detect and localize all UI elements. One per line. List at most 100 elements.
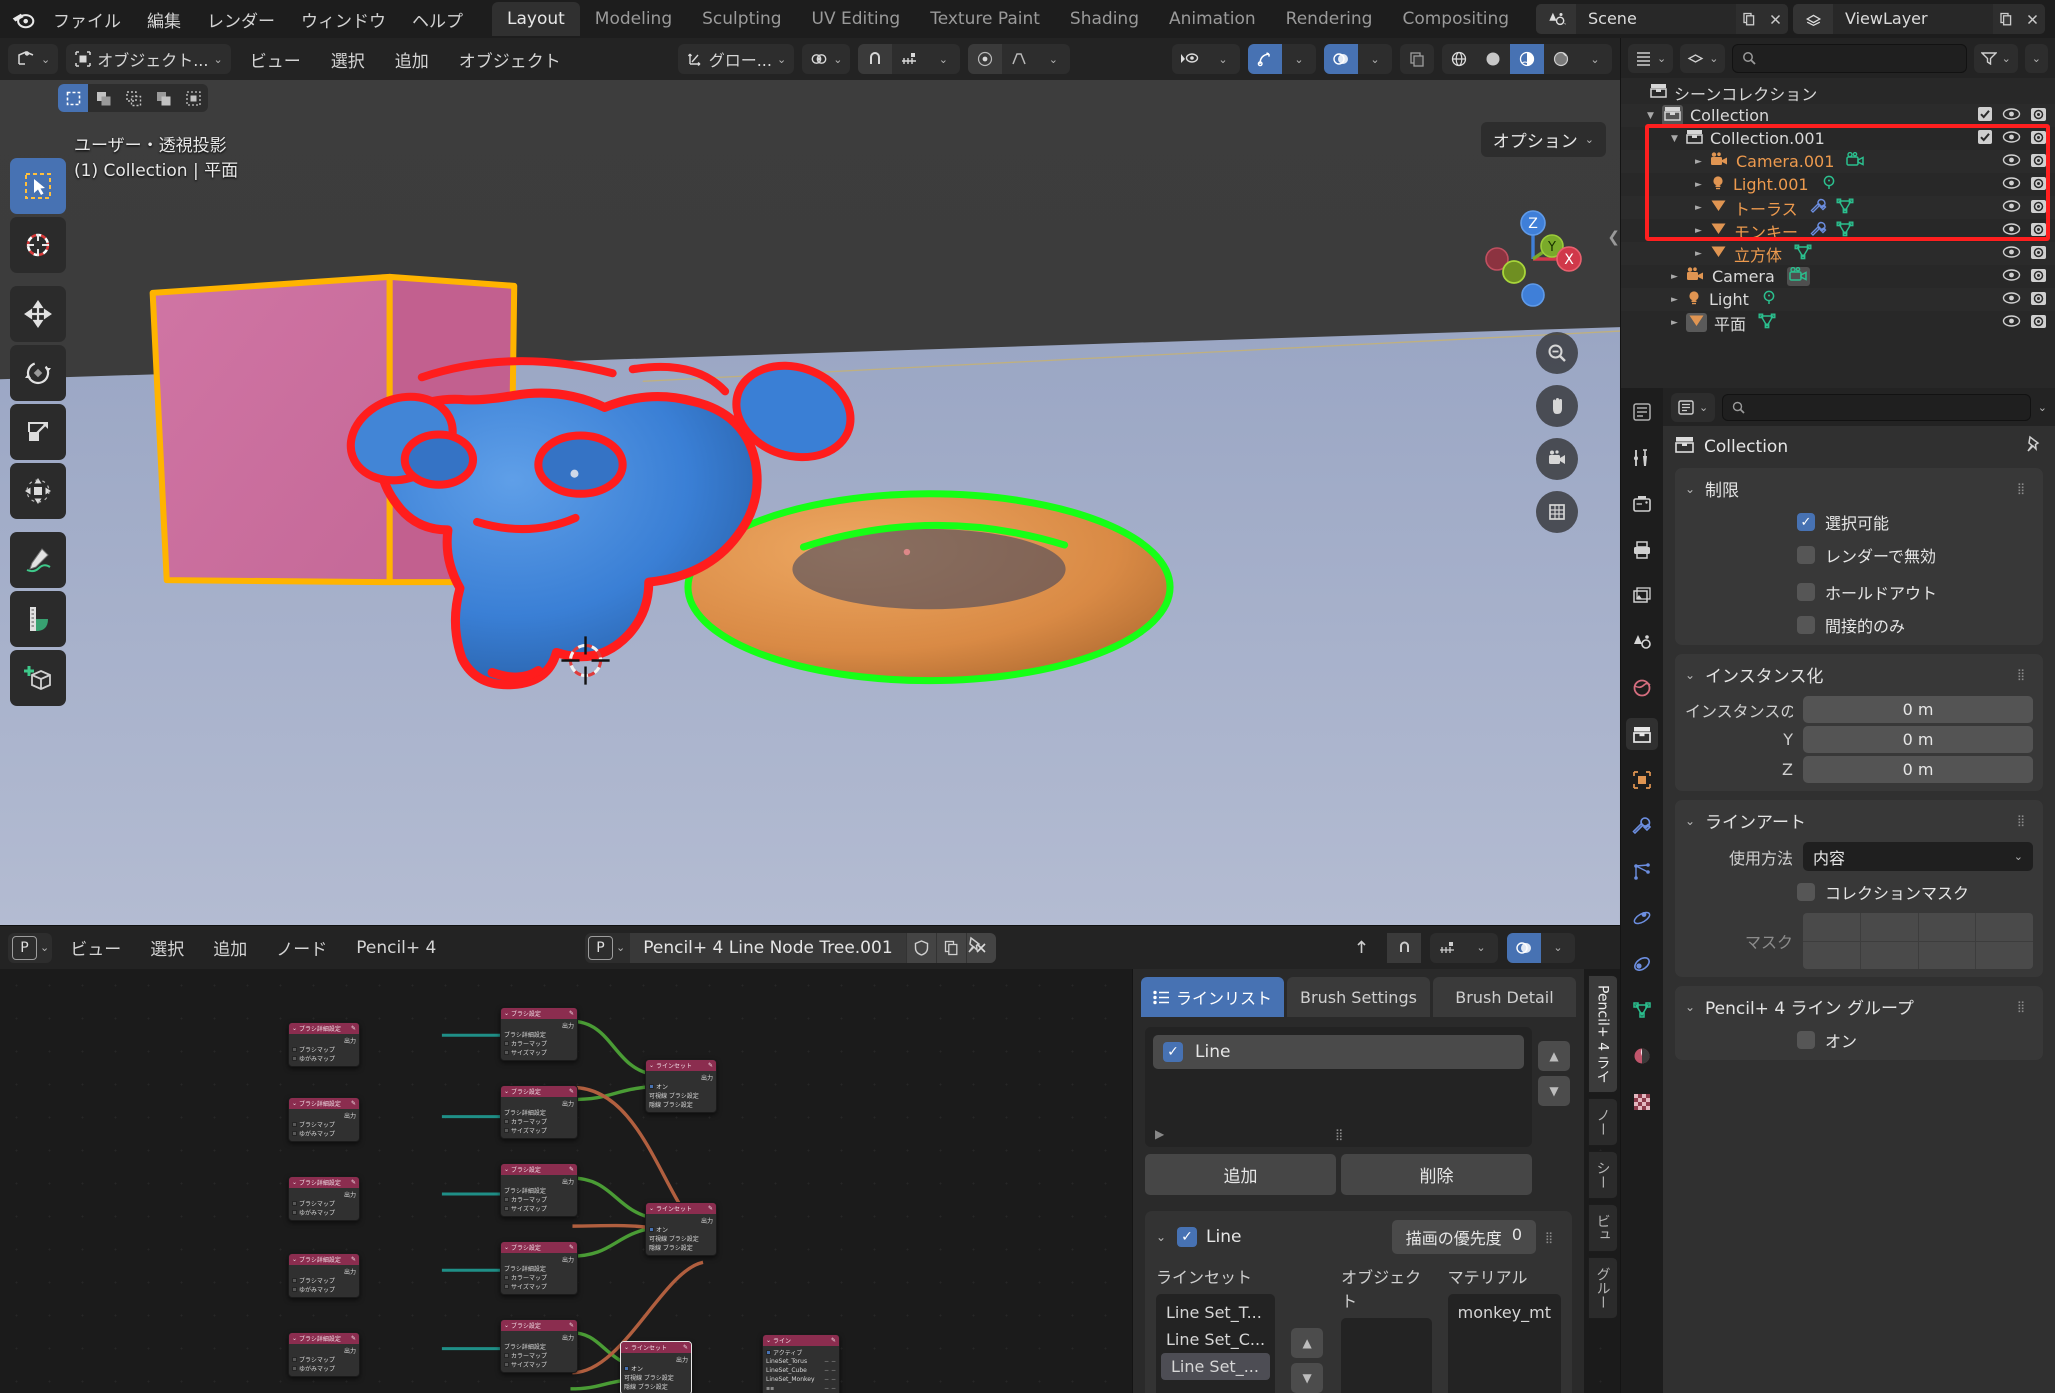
lineset-item[interactable]: Line Set_C... xyxy=(1156,1326,1275,1353)
modifier-icon[interactable] xyxy=(1810,198,1827,218)
node-lineset-1[interactable]: ⌄ラインセット✎ 出力 オン 可視線 ブラシ設定 隠線 ブラシ設定 xyxy=(645,1059,717,1113)
menu-render[interactable]: レンダー xyxy=(194,3,288,36)
rendered-shading-icon[interactable] xyxy=(1544,44,1578,74)
pan-hand-icon[interactable] xyxy=(1536,385,1578,427)
tab-texture-properties[interactable] xyxy=(1626,1086,1658,1118)
tab-uv-editing[interactable]: UV Editing xyxy=(797,2,916,36)
proportional-edit-icon[interactable] xyxy=(968,44,1002,74)
instance-offset-y-field[interactable]: 0 m xyxy=(1803,726,2033,753)
chevron-down-icon[interactable]: ⌄ xyxy=(1685,814,1697,828)
mask-cell[interactable] xyxy=(1919,942,1976,970)
outliner-row-camera-001[interactable]: ► Camera.001 xyxy=(1621,150,2055,173)
gizmo-dropdown-icon[interactable]: ⌄ xyxy=(1282,44,1316,74)
overlays-toggle-icon[interactable] xyxy=(1324,44,1358,74)
chevron-down-icon[interactable]: ⌄ xyxy=(1685,668,1697,682)
node-brush-settings-5[interactable]: ⌄ブラシ設定✎ 出力 ブラシ詳細設定 カラーマップ サイズマップ xyxy=(500,1319,578,1373)
copy-icon[interactable] xyxy=(936,933,966,963)
tab-sculpting[interactable]: Sculpting xyxy=(687,2,796,36)
node-brush-settings-4[interactable]: ⌄ブラシ設定✎ 出力 ブラシ詳細設定 カラーマップ サイズマップ xyxy=(500,1241,578,1295)
vtab-group[interactable]: グルー xyxy=(1588,1257,1617,1319)
vtab-node[interactable]: ノー xyxy=(1588,1098,1617,1146)
indirect-only-checkbox[interactable] xyxy=(1797,616,1815,634)
vtab-scene[interactable]: シー xyxy=(1588,1151,1617,1199)
node-brush-detail-5[interactable]: ⌄ブラシ詳細設定✎ 出力 ブラシマップ ゆがみマップ xyxy=(288,1332,360,1377)
navigation-gizmo[interactable]: Y Z X xyxy=(1474,200,1592,318)
checkbox[interactable] xyxy=(292,1122,297,1127)
node-lineset-3-selected[interactable]: ⌄ラインセット✎ 出力 オン 可視線 ブラシ設定 隠線 ブラシ設定 xyxy=(620,1341,692,1393)
outliner-row-cube[interactable]: ► 立方体 xyxy=(1621,242,2055,265)
annotate-tool[interactable] xyxy=(10,532,66,588)
camera-render-icon[interactable] xyxy=(2030,313,2047,333)
falloff-curve-icon[interactable] xyxy=(1002,44,1036,74)
select-subtract-icon[interactable] xyxy=(118,84,148,112)
expand-triangle[interactable]: ► xyxy=(1691,203,1706,213)
node-menu-add[interactable]: 追加 xyxy=(202,931,258,964)
properties-search-input[interactable] xyxy=(1722,394,2031,421)
tab-shading[interactable]: Shading xyxy=(1055,2,1154,36)
node-tree-selector[interactable]: P ⌄ Pencil+ 4 Line Node Tree.001 xyxy=(585,933,996,963)
collection-mask-checkbox[interactable] xyxy=(1797,883,1815,901)
move-up-button[interactable]: ▲ xyxy=(1538,1041,1570,1071)
checkbox[interactable] xyxy=(649,1084,654,1089)
checkbox[interactable] xyxy=(624,1366,629,1371)
checkbox[interactable] xyxy=(292,1131,297,1136)
checkbox[interactable] xyxy=(292,1047,297,1052)
node-brush-detail-3[interactable]: ⌄ブラシ詳細設定✎ 出力 ブラシマップ ゆがみマップ xyxy=(288,1176,360,1221)
outliner-tree[interactable]: シーンコレクション ▼ Collection xyxy=(1621,78,2055,388)
select-invert-icon[interactable] xyxy=(148,84,178,112)
mask-cell[interactable] xyxy=(1861,942,1918,970)
outliner-row-monkey[interactable]: ► モンキー xyxy=(1621,219,2055,242)
expand-arrow-icon[interactable]: ▶ xyxy=(1155,1127,1164,1141)
line-list-item[interactable]: ✓ Line xyxy=(1153,1035,1524,1069)
light-data-icon[interactable] xyxy=(1821,175,1837,195)
node-canvas[interactable]: ⌄ブラシ詳細設定✎ 出力 ブラシマップ ゆがみマップ ⌄ブラシ詳細設定✎ 出力 … xyxy=(0,969,1620,1393)
tab-viewlayer-properties[interactable] xyxy=(1626,580,1658,612)
checkbox[interactable] xyxy=(292,1056,297,1061)
shading-dropdown-icon[interactable]: ⌄ xyxy=(1578,44,1612,74)
eye-icon[interactable] xyxy=(2002,313,2021,332)
expand-triangle[interactable]: ▼ xyxy=(1643,111,1658,121)
checkbox[interactable] xyxy=(504,1041,509,1046)
xray-toggle-icon[interactable] xyxy=(1400,44,1434,74)
outliner-search-input[interactable] xyxy=(1732,44,1966,73)
viewlayer-selector[interactable]: ViewLayer xyxy=(1793,4,2045,34)
material-item[interactable]: monkey_mt xyxy=(1448,1299,1561,1326)
pin-icon[interactable] xyxy=(2024,435,2043,459)
expand-triangle[interactable]: ► xyxy=(1667,295,1682,305)
node-brush-settings-2[interactable]: ⌄ブラシ設定✎ 出力 ブラシ詳細設定 カラーマップ サイズマップ xyxy=(500,1085,578,1139)
measure-tool[interactable] xyxy=(10,591,66,647)
menu-file[interactable]: ファイル xyxy=(40,3,134,36)
visibility-dropdown-icon[interactable]: ⌄ xyxy=(1206,44,1240,74)
camera-render-icon[interactable] xyxy=(2030,267,2047,287)
material-listbox[interactable]: monkey_mt xyxy=(1448,1294,1561,1393)
cursor-tool[interactable] xyxy=(10,217,66,273)
eye-icon[interactable] xyxy=(2002,221,2021,240)
node-brush-detail-2[interactable]: ⌄ブラシ詳細設定✎ 出力 ブラシマップ ゆがみマップ xyxy=(288,1097,360,1142)
tab-scene-properties[interactable] xyxy=(1626,626,1658,658)
expand-triangle[interactable]: ► xyxy=(1667,272,1682,282)
tab-brush-settings[interactable]: Brush Settings xyxy=(1287,977,1430,1017)
zoom-icon[interactable] xyxy=(1536,332,1578,374)
tab-compositing[interactable]: Compositing xyxy=(1387,2,1524,36)
checkbox[interactable] xyxy=(504,1197,509,1202)
tab-physics-properties[interactable] xyxy=(1626,902,1658,934)
camera-render-icon[interactable] xyxy=(2030,290,2047,310)
camera-render-icon[interactable] xyxy=(2030,152,2047,172)
chevron-down-icon[interactable]: ⌄ xyxy=(1685,1000,1697,1014)
viewport-menu-object[interactable]: オブジェクト xyxy=(448,43,572,76)
material-preview-shading-icon[interactable] xyxy=(1510,44,1544,74)
checkbox[interactable] xyxy=(504,1119,509,1124)
resize-grip-icon[interactable]: ⣿ xyxy=(1335,1132,1351,1137)
eye-icon[interactable] xyxy=(2002,106,2021,125)
node-menu-node[interactable]: ノード xyxy=(265,931,338,964)
node-brush-detail-1[interactable]: ⌄ブラシ詳細設定✎ 出力 ブラシマップ ゆがみマップ xyxy=(288,1022,360,1067)
camera-render-icon[interactable] xyxy=(2030,175,2047,195)
tab-layout[interactable]: Layout xyxy=(492,2,580,36)
properties-editor-type-button[interactable]: ⌄ xyxy=(1671,393,1715,422)
select-extend-icon[interactable] xyxy=(88,84,118,112)
menu-edit[interactable]: 編集 xyxy=(134,3,194,36)
move-tool[interactable] xyxy=(10,286,66,342)
lineset-item-selected[interactable]: Line Set_... xyxy=(1161,1353,1270,1380)
panel-header[interactable]: ⌄ 制限 ⣿ xyxy=(1685,476,2033,501)
checkbox[interactable] xyxy=(292,1210,297,1215)
